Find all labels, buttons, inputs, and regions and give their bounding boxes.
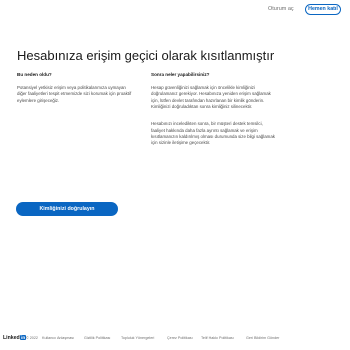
footer-link-cookie-policy[interactable]: Çerez Politikası [167,336,193,340]
copyright-text: © 2022 [26,335,38,340]
next-steps-section: Sonra neler yapabilirsiniz? Hesap güvenl… [151,72,276,158]
footer-link-send-feedback[interactable]: Geri Bildirim Gönder [246,336,279,340]
page-title: Hesabınıza erişim geçici olarak kısıtlan… [17,48,275,63]
next-steps-text-2: Hesabınızı inceledikten sonra, bir müşte… [151,121,275,146]
verify-identity-button[interactable]: Kimliğinizi doğrulayın [16,202,118,216]
signin-link[interactable]: Oturum aç [268,6,294,12]
footer-link-community-guidelines[interactable]: Topluluk Yönergeleri [121,336,154,340]
why-heading: Bu neden oldu? [17,72,52,77]
logo-text: Linked [3,334,20,341]
next-steps-heading: Sonra neler yapabilirsiniz? [151,72,210,77]
next-steps-text-1: Hesap güvenliğinizi sağlamak için önceli… [151,85,271,110]
footer: Linked in © 2022 Kullanıcı Anlaşması Gizl… [0,333,350,345]
linkedin-logo[interactable]: Linked in [3,335,26,341]
why-text: Potansiyel yetkisiz erişim veya politika… [17,85,132,103]
top-header: Oturum aç Hemen katıl [0,0,350,20]
footer-link-user-agreement[interactable]: Kullanıcı Anlaşması [42,336,74,340]
why-section: Bu neden oldu? Potansiyel yetkisiz erişi… [17,72,135,115]
footer-link-copyright-policy[interactable]: Telif Hakkı Politikası [201,336,234,340]
join-now-button[interactable]: Hemen katıl [305,3,341,15]
footer-link-privacy-policy[interactable]: Gizlilik Politikası [84,336,110,340]
